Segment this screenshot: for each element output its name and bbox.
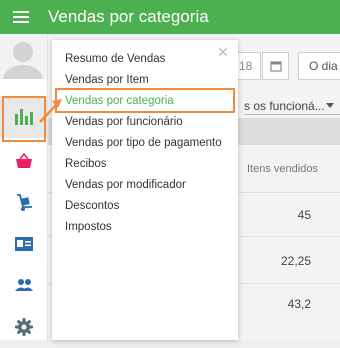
menu-item-sales-by-modifier[interactable]: Vendas por modificador — [65, 179, 186, 191]
nav-inventory[interactable] — [0, 182, 47, 224]
id-card-icon — [14, 237, 33, 251]
close-icon[interactable]: ✕ — [217, 44, 229, 61]
gear-icon — [14, 318, 33, 336]
basket-icon — [15, 153, 32, 168]
page-title: Vendas por categoria — [48, 7, 209, 26]
people-icon — [14, 279, 33, 291]
app-bar: Vendas por categoria — [0, 0, 340, 34]
calendar-icon — [270, 61, 282, 72]
date-day-box[interactable]: 18 — [236, 52, 261, 80]
menu-item-sales-by-payment-type[interactable]: Vendas por tipo de pagamento — [65, 137, 222, 149]
annotation-highlight-rail — [2, 96, 46, 142]
annotation-highlight-menu-item — [55, 88, 235, 113]
column-header-items-sold: Itens vendidos — [247, 163, 318, 175]
nav-items[interactable] — [0, 140, 47, 182]
table-cell-items-sold: 45 — [297, 208, 311, 222]
calendar-button[interactable] — [262, 52, 289, 80]
employee-select-label: s os funcioná... — [244, 99, 325, 113]
date-range-select[interactable]: O dia to — [298, 52, 340, 80]
date-day-label: 18 — [239, 59, 253, 73]
menu-item-discounts[interactable]: Descontos — [65, 200, 119, 212]
menu-item-sales-by-item[interactable]: Vendas por Item — [65, 74, 149, 86]
chevron-down-icon — [326, 103, 334, 108]
nav-customers[interactable] — [0, 264, 47, 306]
employee-select[interactable]: s os funcioná... — [244, 98, 340, 115]
date-range-label: O dia to — [309, 59, 340, 73]
hamburger-icon[interactable] — [13, 11, 29, 23]
menu-item-sales-summary[interactable]: Resumo de Vendas — [65, 53, 165, 65]
table-cell-items-sold: 43,2 — [287, 297, 311, 311]
nav-employees[interactable] — [0, 223, 47, 265]
avatar[interactable] — [0, 34, 47, 79]
menu-item-taxes[interactable]: Impostos — [65, 221, 112, 233]
menu-item-sales-by-employee[interactable]: Vendas por funcionário — [65, 116, 183, 128]
navigation-rail — [0, 34, 48, 340]
dolly-icon — [16, 194, 32, 211]
table-cell-items-sold: 22,25 — [280, 254, 311, 268]
nav-settings[interactable] — [0, 306, 47, 348]
menu-item-receipts[interactable]: Recibos — [65, 158, 107, 170]
user-avatar-icon — [3, 42, 43, 79]
